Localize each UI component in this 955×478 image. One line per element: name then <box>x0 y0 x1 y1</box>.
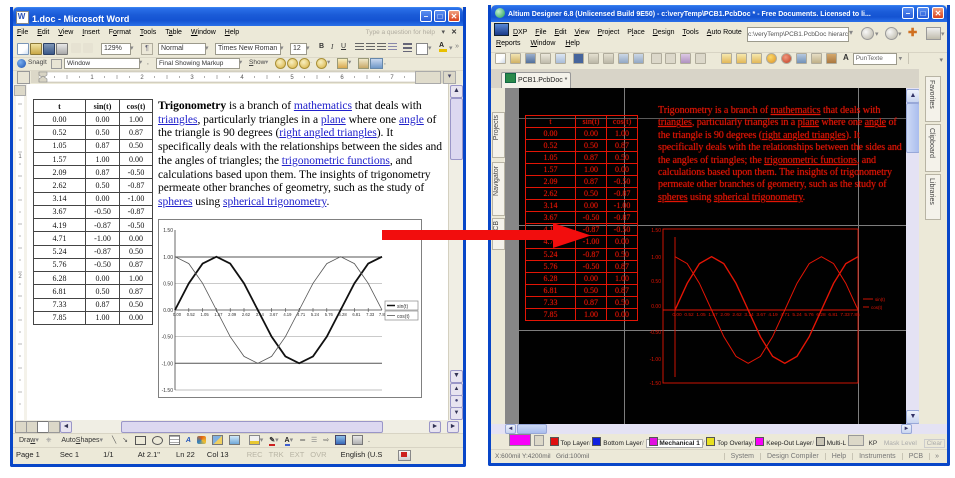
svg-text:5.24: 5.24 <box>311 312 320 317</box>
svg-text:0.00: 0.00 <box>672 312 682 318</box>
svg-text:1.00: 1.00 <box>651 255 661 261</box>
svg-text:0.50: 0.50 <box>651 279 661 285</box>
svg-text:3.67: 3.67 <box>756 312 766 318</box>
svg-text:4.19: 4.19 <box>283 312 292 317</box>
svg-text:-1.50: -1.50 <box>162 388 174 394</box>
svg-text:-1.00: -1.00 <box>650 357 662 363</box>
svg-text:6.81: 6.81 <box>352 312 361 317</box>
svg-text:0.52: 0.52 <box>187 312 196 317</box>
svg-text:2.62: 2.62 <box>732 312 742 318</box>
svg-text:sin(t): sin(t) <box>397 304 408 310</box>
svg-text:6.81: 6.81 <box>828 312 838 318</box>
svg-text:7.33: 7.33 <box>840 312 850 318</box>
svg-text:cos(t): cos(t) <box>397 314 410 320</box>
svg-text:2.62: 2.62 <box>242 312 251 317</box>
svg-text:-1.00: -1.00 <box>162 361 174 367</box>
svg-text:1.00: 1.00 <box>163 255 173 261</box>
svg-text:sin(t): sin(t) <box>875 297 886 302</box>
svg-text:7.33: 7.33 <box>366 312 375 317</box>
svg-text:3.67: 3.67 <box>270 312 279 317</box>
svg-text:5.76: 5.76 <box>804 312 814 318</box>
svg-text:5.76: 5.76 <box>325 312 334 317</box>
svg-text:4.19: 4.19 <box>768 312 778 318</box>
svg-text:1.50: 1.50 <box>163 228 173 234</box>
svg-text:4.71: 4.71 <box>297 312 306 317</box>
svg-text:1.50: 1.50 <box>651 228 661 234</box>
svg-text:0.00: 0.00 <box>651 304 661 310</box>
svg-text:1.05: 1.05 <box>696 312 706 318</box>
svg-text:0.52: 0.52 <box>684 312 694 318</box>
svg-text:5.24: 5.24 <box>792 312 802 318</box>
svg-text:0.00: 0.00 <box>163 308 173 314</box>
svg-text:cos(t): cos(t) <box>871 305 883 310</box>
svg-text:7.85: 7.85 <box>850 312 860 318</box>
svg-text:2.09: 2.09 <box>228 312 237 317</box>
svg-text:2.09: 2.09 <box>720 312 730 318</box>
svg-text:0.00: 0.00 <box>173 312 182 317</box>
svg-text:1.05: 1.05 <box>201 312 210 317</box>
svg-text:0.50: 0.50 <box>163 282 173 288</box>
svg-text:-0.50: -0.50 <box>162 335 174 341</box>
svg-text:-1.50: -1.50 <box>650 381 662 387</box>
svg-text:-0.50: -0.50 <box>650 330 662 336</box>
